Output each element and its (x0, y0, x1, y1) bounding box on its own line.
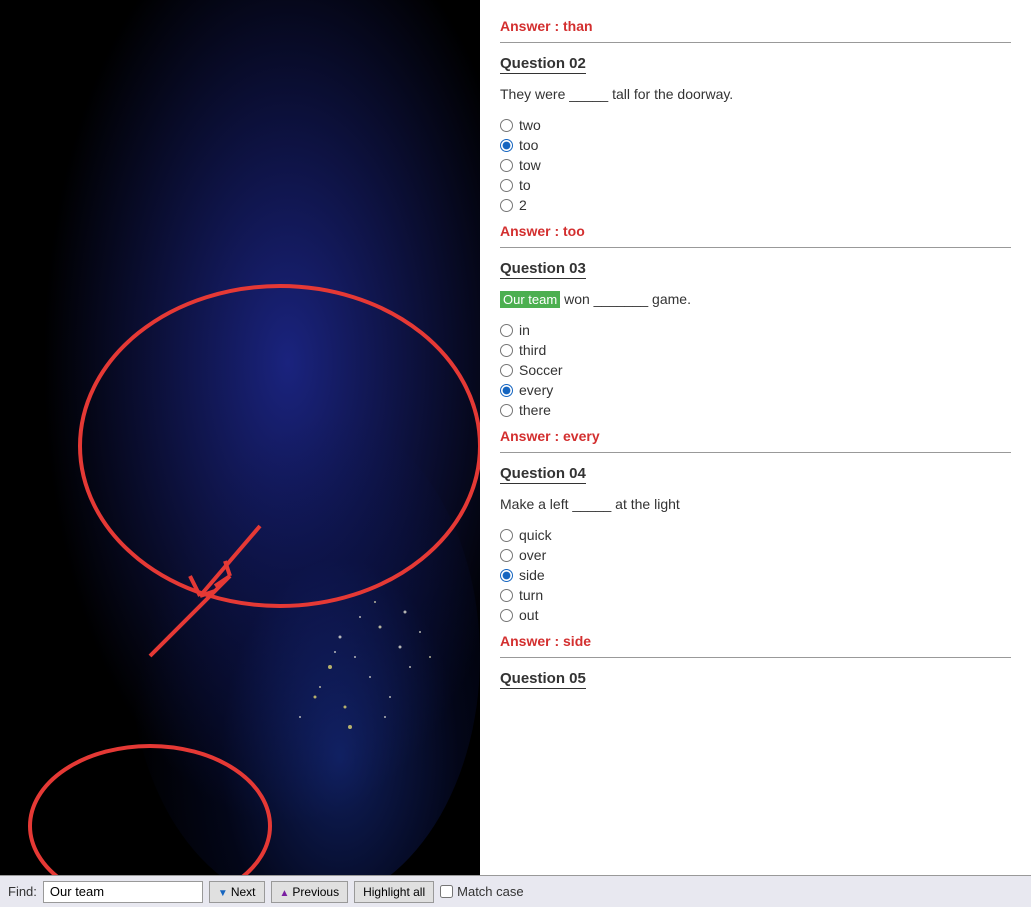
q04-radio-side[interactable] (500, 569, 513, 582)
q02-radio-to[interactable] (500, 179, 513, 192)
q02-label-tow: tow (519, 157, 541, 173)
find-bar: Find: Next Previous Highlight all Match … (0, 875, 1031, 907)
next-label: Next (231, 885, 256, 899)
divider-q03 (500, 452, 1011, 453)
q02-option-two: two (500, 117, 1011, 133)
main-container: Answer : than Question 02 They were ____… (0, 0, 1031, 907)
q02-option-2: 2 (500, 197, 1011, 213)
q04-options: quick over side turn out (500, 527, 1011, 623)
q04-option-side: side (500, 567, 1011, 583)
q01-answer-line: Answer : than (500, 18, 1011, 34)
divider-q01 (500, 42, 1011, 43)
q04-block: Question 04 Make a left _____ at the lig… (500, 465, 1011, 658)
q05-title: Question 05 (500, 670, 586, 689)
q04-label-out: out (519, 607, 538, 623)
q02-radio-tow[interactable] (500, 159, 513, 172)
q04-option-quick: quick (500, 527, 1011, 543)
previous-button[interactable]: Previous (271, 881, 349, 903)
highlight-all-label: Highlight all (363, 885, 425, 899)
q03-text-after: won _______ game. (560, 291, 691, 307)
q03-label-every: every (519, 382, 553, 398)
q02-answer-value: too (563, 223, 585, 239)
q02-label-2: 2 (519, 197, 527, 213)
q04-label-over: over (519, 547, 546, 563)
q03-label-soccer: Soccer (519, 362, 563, 378)
find-input[interactable] (43, 881, 203, 903)
q04-answer-value: side (563, 633, 591, 649)
q03-option-soccer: Soccer (500, 362, 1011, 378)
q02-option-tow: tow (500, 157, 1011, 173)
match-case-text: Match case (457, 884, 523, 899)
match-case-label: Match case (440, 884, 523, 899)
q02-label-two: two (519, 117, 541, 133)
q02-text: They were _____ tall for the doorway. (500, 84, 1011, 105)
q02-radio-too[interactable] (500, 139, 513, 152)
q03-label-there: there (519, 402, 551, 418)
q04-title: Question 04 (500, 465, 586, 484)
left-panel (0, 0, 480, 907)
q03-option-there: there (500, 402, 1011, 418)
q03-radio-every[interactable] (500, 384, 513, 397)
q04-label-quick: quick (519, 527, 552, 543)
city-lights-svg (160, 457, 460, 857)
q03-option-third: third (500, 342, 1011, 358)
right-panel[interactable]: Answer : than Question 02 They were ____… (480, 0, 1031, 875)
q05-block: Question 05 (500, 670, 1011, 699)
divider-q04 (500, 657, 1011, 658)
q03-block: Question 03 Our team won _______ game. i… (500, 260, 1011, 453)
q04-radio-quick[interactable] (500, 529, 513, 542)
q04-option-over: over (500, 547, 1011, 563)
q02-radio-two[interactable] (500, 119, 513, 132)
match-case-checkbox[interactable] (440, 885, 453, 898)
q03-answer-value: every (563, 428, 600, 444)
previous-label: Previous (292, 885, 339, 899)
q04-option-out: out (500, 607, 1011, 623)
q02-block: Question 02 They were _____ tall for the… (500, 55, 1011, 248)
q03-radio-third[interactable] (500, 344, 513, 357)
q04-radio-turn[interactable] (500, 589, 513, 602)
q04-option-turn: turn (500, 587, 1011, 603)
divider-q02 (500, 247, 1011, 248)
q04-answer-line: Answer : side (500, 633, 1011, 649)
previous-arrow-icon (280, 885, 290, 899)
q03-options: in third Soccer every there (500, 322, 1011, 418)
next-arrow-icon (218, 885, 228, 899)
q03-option-in: in (500, 322, 1011, 338)
q02-title: Question 02 (500, 55, 586, 74)
q02-radio-2[interactable] (500, 199, 513, 212)
q02-answer-line: Answer : too (500, 223, 1011, 239)
find-label: Find: (8, 884, 37, 899)
q02-options: two too tow to 2 (500, 117, 1011, 213)
q03-radio-there[interactable] (500, 404, 513, 417)
highlight-all-button[interactable]: Highlight all (354, 881, 434, 903)
q04-radio-out[interactable] (500, 609, 513, 622)
q03-radio-in[interactable] (500, 324, 513, 337)
q02-option-too: too (500, 137, 1011, 153)
q03-text: Our team won _______ game. (500, 289, 1011, 310)
q03-radio-soccer[interactable] (500, 364, 513, 377)
q03-label-third: third (519, 342, 546, 358)
q03-title: Question 03 (500, 260, 586, 279)
q03-highlight: Our team (500, 291, 560, 308)
q02-label-to: to (519, 177, 531, 193)
next-button[interactable]: Next (209, 881, 265, 903)
q04-text: Make a left _____ at the light (500, 494, 1011, 515)
q04-radio-over[interactable] (500, 549, 513, 562)
earth-lights (160, 457, 460, 857)
q02-option-to: to (500, 177, 1011, 193)
q01-answer-value: than (563, 18, 593, 34)
q01-answer-block: Answer : than (500, 18, 1011, 43)
q02-label-too: too (519, 137, 538, 153)
q03-option-every: every (500, 382, 1011, 398)
q03-label-in: in (519, 322, 530, 338)
q03-answer-line: Answer : every (500, 428, 1011, 444)
q04-label-turn: turn (519, 587, 543, 603)
earth-image (0, 0, 480, 907)
q04-label-side: side (519, 567, 545, 583)
